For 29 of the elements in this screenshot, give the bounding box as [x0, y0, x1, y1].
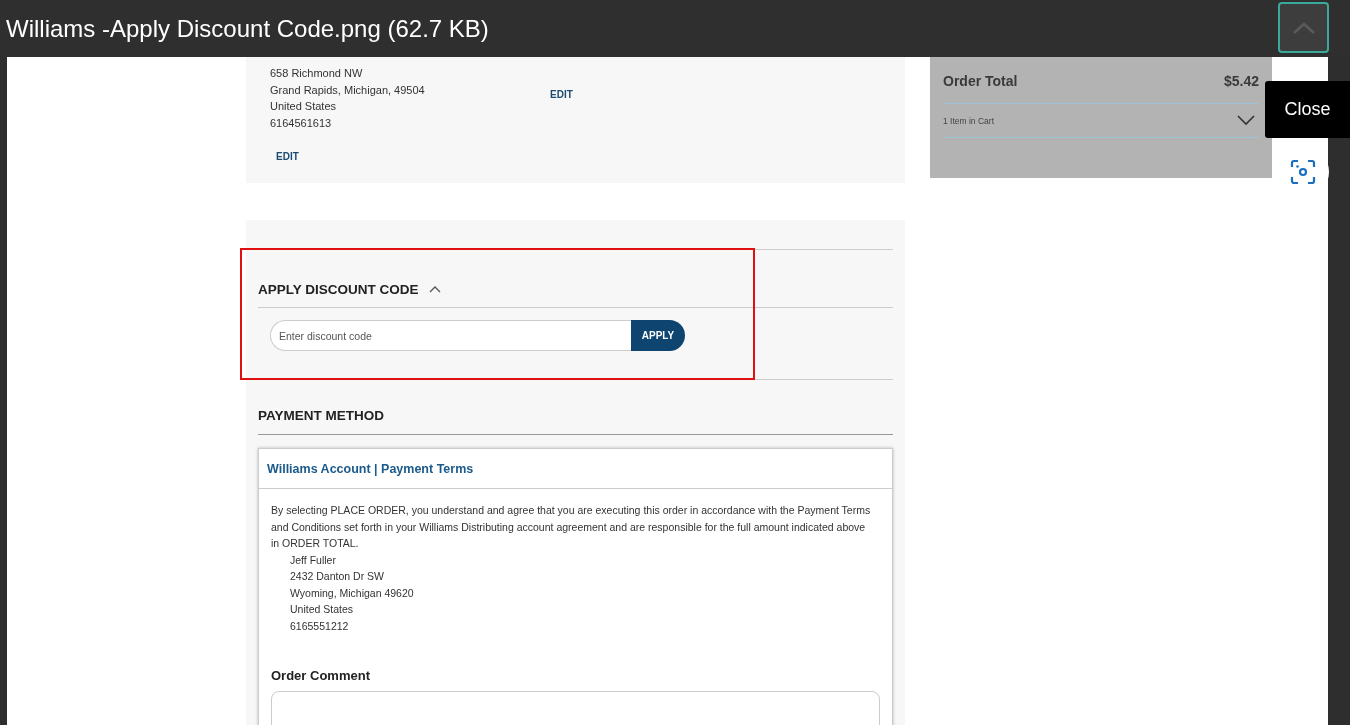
address-line: 6164561613 — [270, 115, 333, 131]
section-heading: PAYMENT METHOD — [258, 380, 893, 435]
chevron-icon[interactable] — [1237, 115, 1255, 126]
address-line: Wyoming, Michigan 49620 — [289, 585, 415, 601]
order-total-label: Order Total — [943, 73, 1018, 89]
address-line: 2432 Danton Dr SW — [289, 569, 385, 585]
payment-option-title[interactable]: Williams Account | Payment Terms — [259, 449, 892, 489]
file-title: Williams -Apply Discount Code.png (62.7 KB) — [6, 14, 489, 43]
close-button[interactable] — [1278, 2, 1329, 53]
edit-link[interactable]: EDIT — [276, 151, 299, 163]
order-comment-field[interactable] — [271, 691, 880, 725]
address-line: United States — [270, 99, 338, 115]
cart-count: 1 Item in Cart — [943, 115, 995, 126]
section-heading: APPLY DISCOUNT CODE — [258, 282, 419, 297]
apply-button[interactable]: APPLY — [631, 320, 685, 351]
screen-capture-icon — [1290, 159, 1316, 185]
order-total-value: $5.42 — [1223, 73, 1259, 89]
order-comment-label: Order Comment — [271, 668, 371, 684]
terms-text: By selecting PLACE ORDER, you understand and agree that you are executing this order in accordance with the Payment Terms and Conditions set forth in your Williams Distributing account agreement and are responsible for the full amount indicated above in ORDER TOTAL. — [271, 503, 872, 551]
address-line: Jeff Fuller — [289, 552, 337, 568]
address-line: 6165551212 — [289, 618, 350, 634]
address-line: 658 Richmond NW — [270, 66, 364, 81]
edit-link[interactable]: EDIT — [550, 89, 573, 100]
discount-code-field[interactable]: Enter discount code — [270, 320, 631, 351]
chevron-up-icon — [1291, 20, 1316, 35]
address-line: Grand Rapids, Michigan, 49504 — [270, 82, 426, 98]
address-line: United States — [289, 602, 355, 618]
close-tooltip: Close — [1265, 81, 1350, 138]
chevron-icon[interactable] — [428, 285, 441, 293]
